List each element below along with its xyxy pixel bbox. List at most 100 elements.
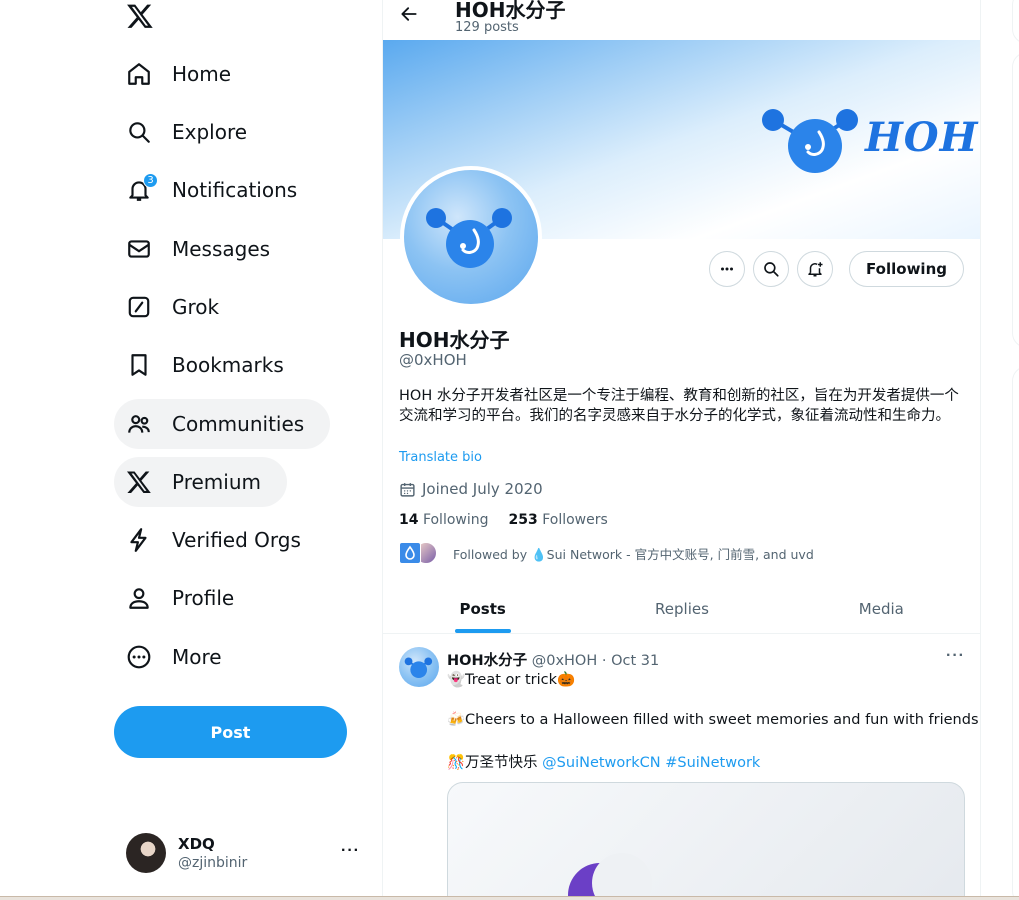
- followed-by-text: Followed by 💧Sui Network - 官方中文账号, 门前雪, …: [453, 546, 814, 562]
- profile-column: HOH水分子 129 posts HOH Following HOH水分子 @0…: [382, 0, 981, 900]
- nav-grok[interactable]: Grok: [114, 282, 245, 332]
- more-circle-icon: [126, 644, 152, 670]
- nav-messages[interactable]: Messages: [114, 224, 296, 274]
- more-icon: [721, 267, 734, 271]
- account-switcher[interactable]: XDQ @zjinbinir ···: [126, 832, 366, 874]
- post-button[interactable]: Post: [114, 706, 347, 758]
- profile-handle: @0xHOH: [399, 351, 467, 369]
- search-profile-button[interactable]: [753, 251, 790, 287]
- right-panel-card: [1012, 0, 1019, 44]
- nav-label: Profile: [172, 586, 235, 610]
- nav-profile[interactable]: Profile: [114, 573, 260, 623]
- moon-shape: [592, 853, 652, 900]
- following-button[interactable]: Following: [849, 251, 964, 287]
- envelope-icon: [126, 236, 152, 262]
- bell-icon: 3: [126, 173, 158, 203]
- tweet-author[interactable]: HOH水分子: [447, 653, 527, 669]
- nav-notifications[interactable]: 3 Notifications: [114, 165, 323, 215]
- tab-label: Replies: [655, 599, 709, 618]
- nav-label: Notifications: [172, 178, 298, 202]
- nav-verified-orgs[interactable]: Verified Orgs: [114, 515, 327, 565]
- profile-name: HOH水分子: [399, 328, 510, 352]
- followed-by[interactable]: Followed by 💧Sui Network - 官方中文账号, 门前雪, …: [399, 541, 814, 565]
- profile-avatar[interactable]: [400, 166, 542, 308]
- x-logo-icon[interactable]: [126, 2, 154, 30]
- nav-label: More: [172, 645, 222, 669]
- tweet-text-line: 🍻Cheers to a Halloween filled with sweet…: [447, 712, 981, 728]
- profile-header: HOH水分子 129 posts: [383, 0, 980, 40]
- nav-label: Premium: [172, 470, 261, 494]
- right-panel-card: [1012, 52, 1019, 348]
- people-icon: [126, 411, 152, 437]
- account-name: XDQ: [178, 835, 215, 853]
- following-link[interactable]: 14 Following: [399, 512, 489, 528]
- nav-home[interactable]: Home: [114, 49, 257, 99]
- account-handle: @zjinbinir: [178, 855, 248, 871]
- drop-icon: [405, 545, 415, 560]
- tweet-header: HOH水分子 @0xHOH · Oct 31: [447, 649, 659, 670]
- tab-label: Posts: [459, 599, 506, 618]
- joined-text: Joined July 2020: [422, 480, 543, 498]
- nav-label: Verified Orgs: [172, 528, 301, 552]
- nav-label: Explore: [172, 120, 248, 144]
- followers-label: Followers: [542, 512, 608, 528]
- nav-more[interactable]: More: [114, 632, 248, 682]
- search-icon: [764, 262, 779, 277]
- bookmark-icon: [126, 352, 152, 378]
- follow-stats: 14 Following 253 Followers: [399, 512, 608, 528]
- more-options-button[interactable]: [709, 251, 746, 287]
- nav-premium[interactable]: Premium: [114, 457, 287, 507]
- tweet-meta: @0xHOH · Oct 31: [531, 653, 660, 669]
- nav-label: Communities: [172, 412, 305, 436]
- post-count: 129 posts: [455, 20, 519, 35]
- tweet-text: 🎊万圣节快乐: [447, 755, 543, 771]
- notify-button[interactable]: [797, 251, 834, 287]
- avatar[interactable]: [399, 647, 439, 687]
- avatar: [126, 833, 166, 873]
- nav-label: Messages: [172, 237, 271, 261]
- followers-count: 253: [508, 512, 538, 528]
- profile-actions: Following: [709, 251, 964, 287]
- tweet[interactable]: HOH水分子 @0xHOH · Oct 31 ··· 👻Treat or tri…: [383, 635, 981, 900]
- person-icon: [126, 585, 152, 611]
- tab-label: Media: [858, 599, 904, 618]
- nav-explore[interactable]: Explore: [114, 107, 273, 157]
- right-panel-card: [1012, 366, 1019, 900]
- back-arrow-icon[interactable]: [399, 4, 419, 24]
- hashtag-link[interactable]: #SuiNetwork: [665, 755, 760, 771]
- search-icon: [126, 119, 152, 145]
- mention-link[interactable]: @SuiNetworkCN: [542, 755, 660, 771]
- lightning-icon: [126, 527, 152, 553]
- tab-replies[interactable]: Replies: [582, 584, 781, 633]
- window-bottom-edge: [0, 896, 1019, 900]
- grok-icon: [126, 294, 152, 320]
- nav-label: Bookmarks: [172, 353, 284, 377]
- nav-communities[interactable]: Communities: [114, 399, 331, 449]
- joined-date: Joined July 2020: [399, 480, 543, 498]
- following-count: 14: [399, 512, 419, 528]
- avatar: [399, 542, 421, 564]
- tab-media[interactable]: Media: [782, 584, 980, 633]
- tweet-more-icon[interactable]: ···: [946, 647, 965, 665]
- hoh-molecule-icon: [426, 208, 512, 268]
- tweet-text-line: 👻Treat or trick🎃: [447, 672, 576, 688]
- followers-link[interactable]: 253 Followers: [509, 512, 608, 528]
- nav-label: Home: [172, 62, 232, 86]
- tab-posts[interactable]: Posts: [383, 584, 582, 633]
- active-tab-indicator: [454, 629, 511, 633]
- translate-bio-link[interactable]: Translate bio: [399, 450, 482, 465]
- hoh-molecule-icon: [404, 657, 433, 679]
- nav-bookmarks[interactable]: Bookmarks: [114, 340, 310, 390]
- notification-badge: 3: [143, 173, 158, 188]
- more-icon[interactable]: ···: [341, 842, 360, 860]
- profile-tabs: Posts Replies Media: [383, 584, 980, 634]
- home-icon: [126, 61, 152, 87]
- tweet-media[interactable]: [447, 782, 965, 900]
- nav-label: Grok: [172, 295, 220, 319]
- calendar-icon: [400, 482, 415, 497]
- bell-plus-icon: [808, 262, 823, 277]
- tweet-text-line: 🎊万圣节快乐 @SuiNetworkCN #SuiNetwork: [447, 751, 760, 772]
- x-logo-icon: [126, 469, 152, 495]
- banner-brand-text: HOH: [865, 114, 979, 161]
- left-sidebar: Home Explore 3 Notifications Messages Gr…: [0, 0, 382, 900]
